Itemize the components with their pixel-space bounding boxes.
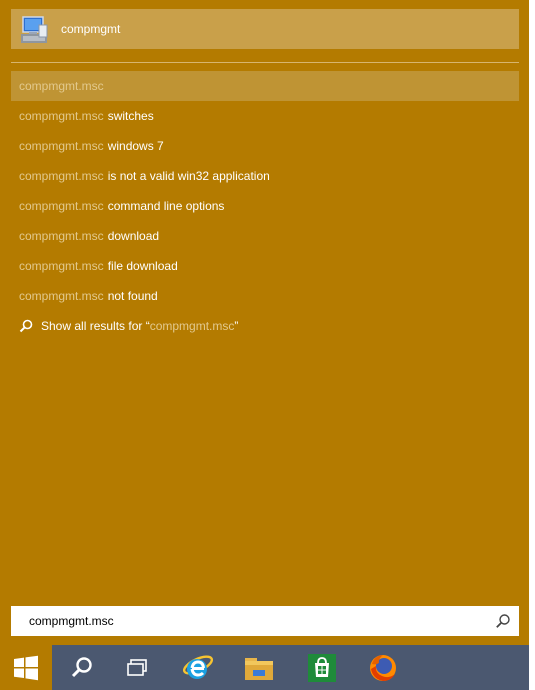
taskbar-search-button[interactable] [56,645,108,690]
file-explorer-icon [245,657,273,680]
suggestion-item[interactable]: compmgmt.msc file download [11,251,519,281]
task-view-icon [127,658,147,676]
search-input[interactable] [29,614,469,628]
computer-management-icon [19,13,51,45]
suggestion-query: compmgmt.msc [19,169,104,183]
taskbar-task-view-button[interactable] [111,645,163,690]
suggestion-item[interactable]: compmgmt.msc [11,71,519,101]
suggestion-item[interactable]: compmgmt.msc command line options [11,191,519,221]
suggestion-query: compmgmt.msc [19,289,104,303]
suggestion-text: is not a valid win32 application [107,169,270,183]
suggestion-item[interactable]: compmgmt.msc download [11,221,519,251]
show-all-query: compmgmt.msc [149,319,235,333]
search-box [11,606,519,636]
suggestion-item[interactable]: compmgmt.msc windows 7 [11,131,519,161]
right-edge [529,0,535,690]
suggestion-query: compmgmt.msc [19,139,104,153]
suggestion-item[interactable]: compmgmt.msc is not a valid win32 applica… [11,161,519,191]
results-divider [11,62,519,63]
firefox-icon [370,654,396,681]
taskbar-firefox[interactable] [357,645,409,690]
suggestion-query: compmgmt.msc [19,229,104,243]
start-button[interactable] [0,645,52,690]
suggestion-text: not found [107,289,158,303]
taskbar-file-explorer[interactable] [233,645,285,690]
suggestion-text: windows 7 [107,139,164,153]
show-all-suffix: ” [234,319,239,333]
show-all-results-link[interactable]: Show all results for “compmgmt.msc” [11,311,519,341]
start-icon [14,655,38,680]
taskbar-internet-explorer[interactable] [172,645,224,690]
suggestion-text: command line options [107,199,225,213]
suggestion-query: compmgmt.msc [19,259,104,273]
suggestion-query: compmgmt.msc [19,79,104,93]
top-result-compmgmt[interactable]: compmgmt [11,9,519,49]
top-result-label: compmgmt [61,22,121,36]
suggestion-item[interactable]: compmgmt.msc not found [11,281,519,311]
search-icon [19,319,33,333]
store-icon [308,653,336,682]
suggestion-query: compmgmt.msc [19,199,104,213]
search-icon [71,656,92,677]
show-all-prefix: Show all results for “ [41,319,150,333]
search-button-icon[interactable] [495,613,511,629]
suggestion-item[interactable]: compmgmt.msc switches [11,101,519,131]
suggestion-text: switches [107,109,154,123]
suggestion-text: download [107,229,160,243]
internet-explorer-icon [182,654,214,679]
suggestion-text: file download [107,259,178,273]
taskbar-store[interactable] [296,645,348,690]
suggestion-query: compmgmt.msc [19,109,104,123]
